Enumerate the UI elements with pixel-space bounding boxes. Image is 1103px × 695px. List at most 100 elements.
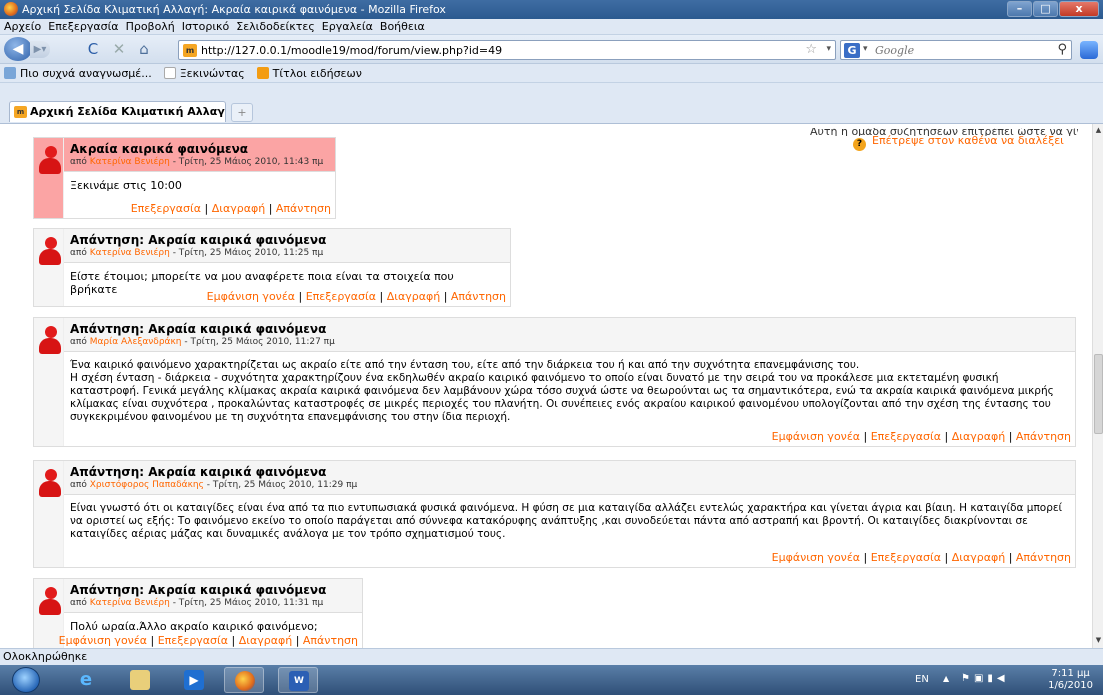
edit-link[interactable]: Επεξεργασία (131, 202, 201, 215)
stop-icon[interactable]: ✕ (110, 41, 128, 58)
reply-link[interactable]: Απάντηση (1016, 551, 1071, 564)
google-engine-icon[interactable]: G (844, 43, 860, 58)
taskbar-explorer[interactable] (120, 667, 160, 693)
post-body: Πολύ ωραία.Άλλο ακραίο καιρικό φαινόμενο… (70, 620, 318, 633)
forum-post: Απάντηση: Ακραία καιρικά φαινόμενα από Μ… (33, 317, 1076, 447)
post-author-link[interactable]: Κατερίνα Βενιέρη (90, 248, 170, 258)
post-date: - Τρίτη, 25 Μάιος 2010, 11:29 πμ (203, 480, 358, 490)
bookmarks-bar: Πιο συχνά αναγνωσμέ... Ξεκινώντας Τίτλοι… (0, 64, 1103, 83)
internet-explorer-icon: e (79, 669, 93, 690)
post-subject: Ακραία καιρικά φαινόμενα (70, 142, 249, 156)
taskbar-firefox[interactable] (224, 667, 264, 693)
moodle-tab-icon: m (14, 106, 27, 118)
bookmark-most-visited[interactable]: Πιο συχνά αναγνωσμέ... (4, 67, 152, 80)
delete-link[interactable]: Διαγραφή (952, 551, 1005, 564)
delete-link[interactable]: Διαγραφή (212, 202, 265, 215)
user-avatar-icon[interactable] (39, 587, 61, 615)
help-icon[interactable]: ? (853, 138, 866, 151)
user-avatar-icon[interactable] (39, 146, 61, 174)
delete-link[interactable]: Διαγραφή (952, 430, 1005, 443)
search-box[interactable]: G ▾ ⚲ (840, 40, 1072, 60)
scroll-down-icon[interactable]: ▼ (1094, 636, 1103, 646)
media-player-icon: ▶ (184, 670, 204, 690)
back-button[interactable]: ◀ (4, 37, 32, 61)
show-parent-link[interactable]: Εμφάνιση γονέα (207, 290, 295, 303)
reply-link[interactable]: Απάντηση (1016, 430, 1071, 443)
taskbar-ie[interactable]: e (66, 667, 106, 693)
menu-bookmarks[interactable]: Σελιδοδείκτες (236, 20, 315, 33)
menu-edit[interactable]: Επεξεργασία (48, 20, 118, 33)
bookmark-news-headlines[interactable]: Τίτλοι ειδήσεων (256, 67, 362, 80)
tab-current[interactable]: m Αρχική Σελίδα Κλιματική Αλλαγή: Α... (9, 101, 226, 122)
edit-link[interactable]: Επεξεργασία (871, 430, 941, 443)
close-button[interactable]: x (1059, 1, 1099, 17)
url-bar[interactable]: m http://127.0.0.1/moodle19/mod/forum/vi… (178, 40, 836, 60)
minimize-button[interactable]: – (1007, 1, 1032, 17)
post-subject: Απάντηση: Ακραία καιρικά φαινόμενα (70, 233, 327, 247)
search-input[interactable] (875, 43, 1045, 57)
show-parent-link[interactable]: Εμφάνιση γονέα (59, 634, 147, 647)
clock[interactable]: 7:11 μμ 1/6/2010 (1048, 668, 1093, 692)
menu-tools[interactable]: Εργαλεία (322, 20, 373, 33)
url-dropdown-icon[interactable]: ▾ (826, 44, 831, 54)
menu-bar: Αρχείο Επεξεργασία Προβολή Ιστορικό Σελι… (0, 19, 1103, 35)
user-avatar-icon[interactable] (39, 326, 61, 354)
scroll-up-icon[interactable]: ▲ (1094, 126, 1103, 136)
post-date: - Τρίτη, 25 Μάιος 2010, 11:31 πμ (169, 598, 324, 608)
post-commands: Επεξεργασία | Διαγραφή | Απάντηση (130, 202, 331, 215)
reply-link[interactable]: Απάντηση (451, 290, 506, 303)
url-text[interactable]: http://127.0.0.1/moodle19/mod/forum/view… (201, 44, 502, 57)
reload-icon[interactable]: C (84, 41, 102, 58)
forward-button[interactable]: ▶▾ (30, 41, 50, 58)
firefox-icon (235, 671, 255, 691)
maximize-button[interactable]: □ (1033, 1, 1058, 17)
navigation-toolbar: ◀ ▶▾ C ✕ ⌂ m http://127.0.0.1/moodle19/m… (0, 35, 1103, 64)
forum-post: Απάντηση: Ακραία καιρικά φαινόμενα από Χ… (33, 460, 1076, 568)
post-author-link[interactable]: Μαρία Αλεξανδράκη (90, 337, 182, 347)
edit-link[interactable]: Επεξεργασία (158, 634, 228, 647)
menu-help[interactable]: Βοήθεια (380, 20, 425, 33)
post-body: Ένα καιρικό φαινόμενο χαρακτηρίζεται ως … (70, 359, 1054, 423)
search-icon[interactable]: ⚲ (1057, 42, 1067, 57)
addon-icon[interactable] (1080, 41, 1098, 59)
edit-link[interactable]: Επεξεργασία (306, 290, 376, 303)
post-author-link[interactable]: Κατερίνα Βενιέρη (90, 598, 170, 608)
post-subject: Απάντηση: Ακραία καιρικά φαινόμενα (70, 322, 327, 336)
taskbar-word[interactable]: W (278, 667, 318, 693)
menu-file[interactable]: Αρχείο (4, 20, 41, 33)
folder-icon (130, 670, 150, 690)
forum-post: Ακραία καιρικά φαινόμενα από Κατερίνα Βε… (33, 137, 336, 219)
show-parent-link[interactable]: Εμφάνιση γονέα (772, 430, 860, 443)
start-button[interactable] (12, 667, 40, 693)
home-icon[interactable]: ⌂ (135, 41, 153, 58)
post-commands: Εμφάνιση γονέα | Επεξεργασία | Διαγραφή … (206, 290, 506, 303)
post-date: - Τρίτη, 25 Μάιος 2010, 11:43 πμ (169, 157, 324, 167)
scroll-thumb[interactable] (1094, 354, 1103, 434)
user-avatar-icon[interactable] (39, 469, 61, 497)
tab-label: Αρχική Σελίδα Κλιματική Αλλαγή: Α... (30, 105, 225, 118)
forum-post: Απάντηση: Ακραία καιρικά φαινόμενα από Κ… (33, 228, 511, 307)
user-avatar-icon[interactable] (39, 237, 61, 265)
show-hidden-icons[interactable]: ▲ (943, 674, 949, 683)
delete-link[interactable]: Διαγραφή (239, 634, 292, 647)
tray-icons[interactable]: ⚑▣▮◀ (961, 673, 1009, 684)
taskbar: e ▶ W EN ▲ ⚑▣▮◀ 7:11 μμ 1/6/2010 (0, 665, 1103, 695)
subscription-option-link[interactable]: ? Επέτρεψε στον καθένα να διαλέξει (853, 134, 1064, 151)
new-tab-button[interactable]: + (231, 103, 253, 122)
show-parent-link[interactable]: Εμφάνιση γονέα (772, 551, 860, 564)
edit-link[interactable]: Επεξεργασία (871, 551, 941, 564)
bookmark-getting-started[interactable]: Ξεκινώντας (163, 67, 245, 80)
bookmark-star-icon[interactable]: ☆ (805, 42, 817, 57)
vertical-scrollbar[interactable]: ▲ ▼ (1092, 124, 1103, 648)
moodle-favicon: m (183, 44, 197, 57)
delete-link[interactable]: Διαγραφή (387, 290, 440, 303)
post-author-link[interactable]: Κατερίνα Βενιέρη (90, 157, 170, 167)
reply-link[interactable]: Απάντηση (303, 634, 358, 647)
reply-link[interactable]: Απάντηση (276, 202, 331, 215)
taskbar-media-player[interactable]: ▶ (174, 667, 214, 693)
menu-view[interactable]: Προβολή (126, 20, 175, 33)
engine-dropdown-icon[interactable]: ▾ (863, 44, 868, 54)
menu-history[interactable]: Ιστορικό (182, 20, 230, 33)
language-indicator[interactable]: EN (915, 674, 929, 685)
post-author-link[interactable]: Χριστόφορος Παπαδάκης (90, 480, 204, 490)
